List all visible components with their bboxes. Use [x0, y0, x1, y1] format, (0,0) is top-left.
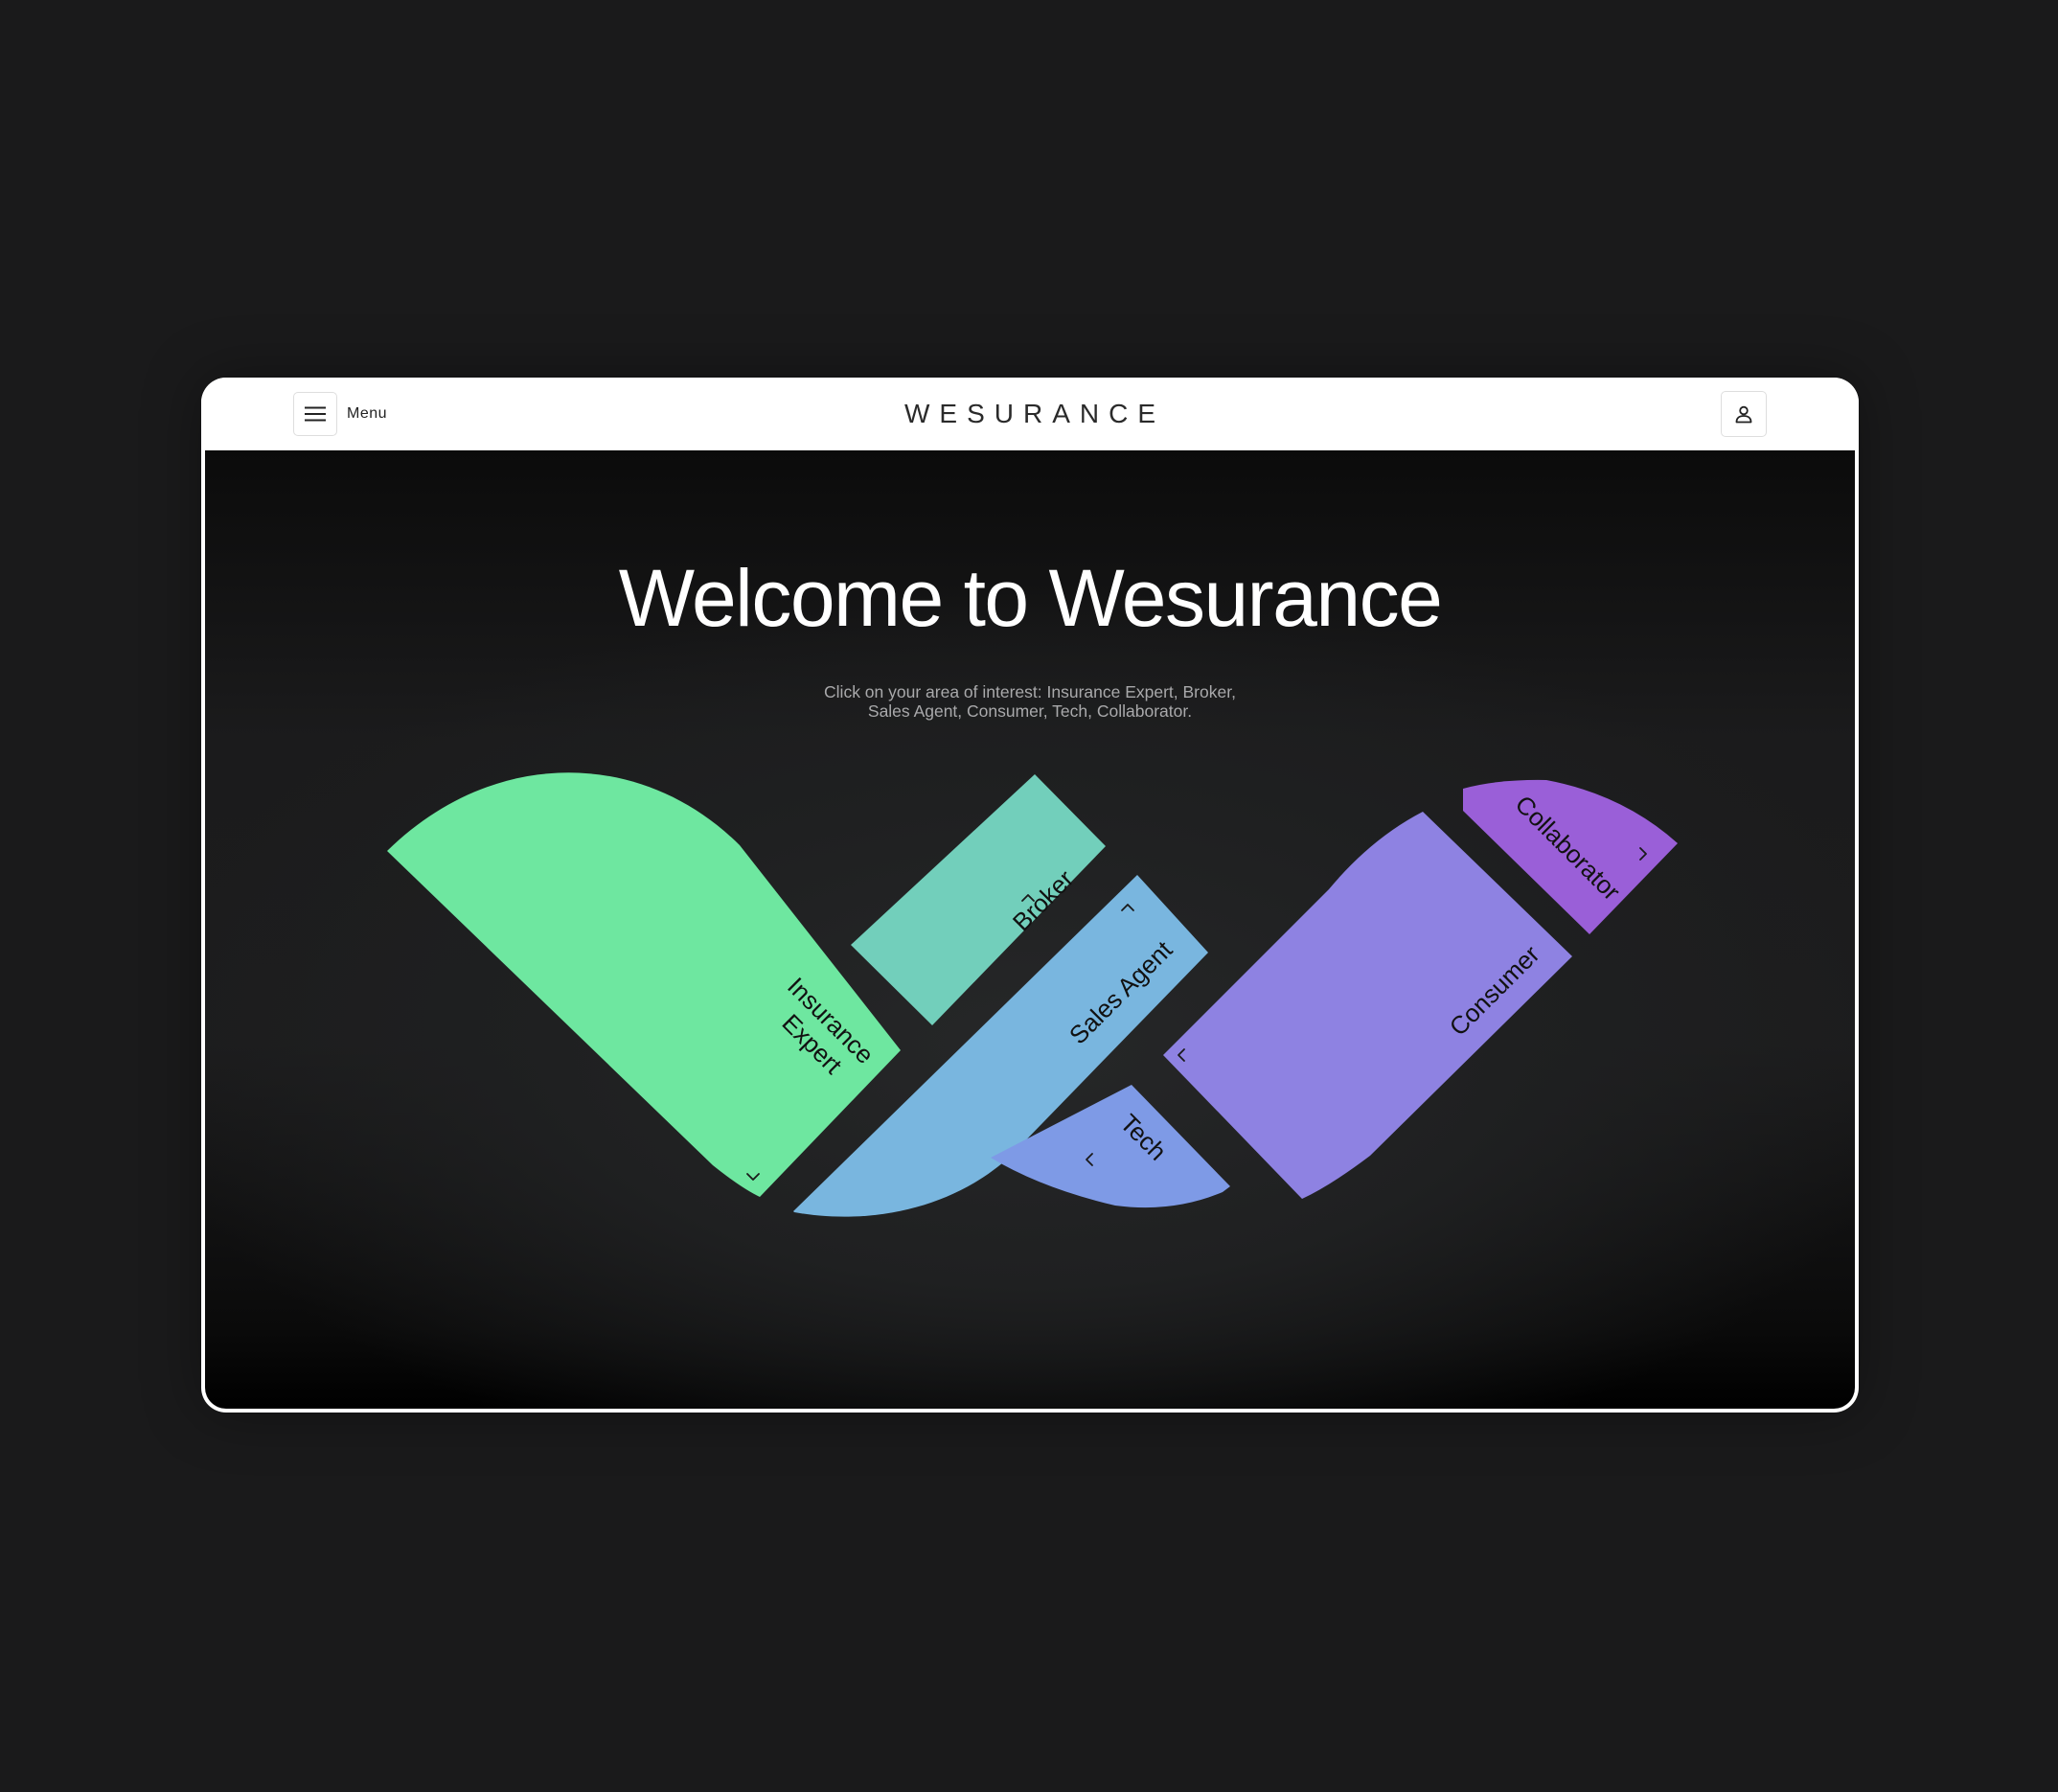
- browser-window: Menu WESURANCE Welcome to Wesurance Clic…: [201, 378, 1859, 1413]
- insurance-expert-shape: [387, 772, 901, 1197]
- consumer-shape: [1163, 812, 1572, 1199]
- user-icon: [1735, 405, 1752, 424]
- site-logo[interactable]: WESURANCE: [201, 399, 1859, 429]
- area-insurance-expert[interactable]: Insurance Expert: [387, 772, 901, 1197]
- area-selector-graphic: Insurance Expert Broker Sales Agent Tech…: [387, 772, 1678, 1217]
- hero-section: Welcome to Wesurance Click on your area …: [205, 450, 1855, 1409]
- area-consumer[interactable]: Consumer: [1163, 812, 1572, 1199]
- account-button[interactable]: [1721, 391, 1767, 437]
- top-navigation-bar: Menu WESURANCE: [201, 378, 1859, 450]
